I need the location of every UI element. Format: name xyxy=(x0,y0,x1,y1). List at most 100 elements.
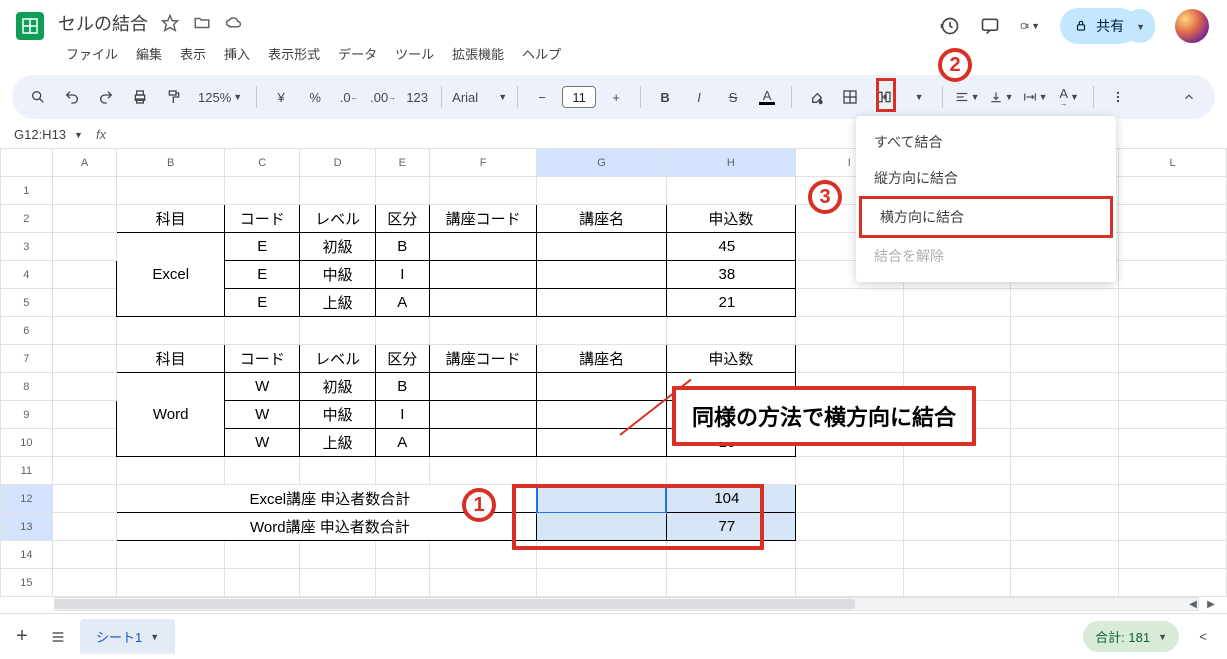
move-folder-icon[interactable] xyxy=(192,13,212,33)
print-icon[interactable] xyxy=(126,83,154,111)
name-box[interactable]: G12:H13▼ xyxy=(8,127,88,142)
menu-edit[interactable]: 編集 xyxy=(128,40,170,67)
redo-icon[interactable] xyxy=(92,83,120,111)
cell[interactable] xyxy=(429,401,537,429)
cell[interactable]: E xyxy=(225,289,300,317)
cell[interactable] xyxy=(537,373,666,401)
cell[interactable]: 45 xyxy=(666,233,795,261)
font-family-select[interactable]: Arial▼ xyxy=(452,83,507,111)
borders-icon[interactable] xyxy=(836,83,864,111)
cloud-status-icon[interactable] xyxy=(224,13,244,33)
cell[interactable]: 講座コード xyxy=(429,205,537,233)
vertical-align-icon[interactable]: ▼ xyxy=(987,83,1015,111)
menu-file[interactable]: ファイル xyxy=(58,40,126,67)
row-header[interactable]: 11 xyxy=(1,457,53,485)
row-header[interactable]: 12 xyxy=(1,485,53,513)
cell[interactable]: Excel xyxy=(117,233,225,317)
row-header[interactable]: 8 xyxy=(1,373,53,401)
cell[interactable]: 講座名 xyxy=(537,345,666,373)
row-header[interactable]: 7 xyxy=(1,345,53,373)
col-header[interactable]: H xyxy=(666,149,795,177)
cell[interactable]: 21 xyxy=(666,289,795,317)
col-header[interactable]: C xyxy=(225,149,300,177)
menu-insert[interactable]: 挿入 xyxy=(216,40,258,67)
cell[interactable]: 講座名 xyxy=(537,205,666,233)
cell[interactable]: A xyxy=(375,289,429,317)
cell[interactable]: コード xyxy=(225,345,300,373)
cell[interactable]: B xyxy=(375,373,429,401)
dropdown-item-merge-vertical[interactable]: 縦方向に結合 xyxy=(856,160,1116,196)
cell[interactable]: 初級 xyxy=(300,373,375,401)
cell[interactable]: A xyxy=(375,429,429,457)
merge-cells-dropdown[interactable]: ▼ xyxy=(904,83,932,111)
menu-format[interactable]: 表示形式 xyxy=(260,40,328,67)
cell[interactable] xyxy=(429,429,537,457)
menu-help[interactable]: ヘルプ xyxy=(514,40,569,67)
col-header[interactable]: A xyxy=(52,149,117,177)
row-header[interactable]: 3 xyxy=(1,233,53,261)
row-header[interactable]: 6 xyxy=(1,317,53,345)
strikethrough-icon[interactable]: S xyxy=(719,83,747,111)
history-icon[interactable] xyxy=(940,16,960,36)
horizontal-align-icon[interactable]: ▼ xyxy=(953,83,981,111)
cell[interactable]: レベル xyxy=(300,345,375,373)
cell[interactable] xyxy=(537,429,666,457)
text-color-icon[interactable]: A xyxy=(753,83,781,111)
cell[interactable]: E xyxy=(225,261,300,289)
fontsize-increase-icon[interactable]: + xyxy=(602,83,630,111)
format-percent-icon[interactable]: % xyxy=(301,83,329,111)
italic-icon[interactable]: I xyxy=(685,83,713,111)
row-header[interactable]: 4 xyxy=(1,261,53,289)
more-formats-icon[interactable]: 123 xyxy=(403,83,431,111)
row-header[interactable]: 9 xyxy=(1,401,53,429)
row-header[interactable]: 10 xyxy=(1,429,53,457)
cell[interactable]: E xyxy=(225,233,300,261)
fontsize-decrease-icon[interactable]: − xyxy=(528,83,556,111)
menu-view[interactable]: 表示 xyxy=(172,40,214,67)
cell[interactable] xyxy=(537,261,666,289)
cell[interactable]: コード xyxy=(225,205,300,233)
add-sheet-icon[interactable]: + xyxy=(8,623,36,651)
scroll-right-icon[interactable]: ▶ xyxy=(1201,597,1221,611)
fill-color-icon[interactable] xyxy=(802,83,830,111)
cell[interactable]: B xyxy=(375,233,429,261)
select-all-corner[interactable] xyxy=(1,149,53,177)
col-header[interactable]: F xyxy=(429,149,537,177)
dropdown-item-merge-horizontal[interactable]: 横方向に結合 xyxy=(859,196,1113,238)
sheet-tab[interactable]: シート1▼ xyxy=(80,619,175,654)
row-header[interactable]: 5 xyxy=(1,289,53,317)
collapse-toolbar-icon[interactable] xyxy=(1175,83,1203,111)
text-rotation-icon[interactable]: A→▼ xyxy=(1055,83,1083,111)
col-header[interactable]: G xyxy=(537,149,666,177)
star-icon[interactable] xyxy=(160,13,180,33)
row-header[interactable]: 1 xyxy=(1,177,53,205)
cell[interactable] xyxy=(429,373,537,401)
cell[interactable] xyxy=(429,289,537,317)
cell[interactable]: 区分 xyxy=(375,205,429,233)
cell[interactable]: 初級 xyxy=(300,233,375,261)
col-header[interactable]: D xyxy=(300,149,375,177)
format-currency-icon[interactable]: ¥ xyxy=(267,83,295,111)
cell[interactable] xyxy=(429,261,537,289)
cell[interactable]: 上級 xyxy=(300,429,375,457)
menu-tools[interactable]: ツール xyxy=(387,40,442,67)
cell[interactable]: I xyxy=(375,261,429,289)
cell[interactable]: 科目 xyxy=(117,345,225,373)
scroll-left-icon[interactable]: ◀ xyxy=(1183,597,1203,611)
bold-icon[interactable]: B xyxy=(651,83,679,111)
cell[interactable]: 講座コード xyxy=(429,345,537,373)
zoom-select[interactable]: 125%▼ xyxy=(194,83,246,111)
cell[interactable] xyxy=(537,233,666,261)
meet-icon[interactable]: ▼ xyxy=(1020,16,1040,36)
cell[interactable]: 中級 xyxy=(300,261,375,289)
undo-icon[interactable] xyxy=(58,83,86,111)
more-toolbar-icon[interactable] xyxy=(1104,83,1132,111)
row-header[interactable]: 15 xyxy=(1,569,53,597)
cell[interactable]: 38 xyxy=(666,261,795,289)
cell[interactable]: 申込数 xyxy=(666,345,795,373)
cell[interactable] xyxy=(429,233,537,261)
comment-icon[interactable] xyxy=(980,16,1000,36)
row-header[interactable]: 2 xyxy=(1,205,53,233)
menu-extensions[interactable]: 拡張機能 xyxy=(444,40,512,67)
cell[interactable]: W xyxy=(225,401,300,429)
